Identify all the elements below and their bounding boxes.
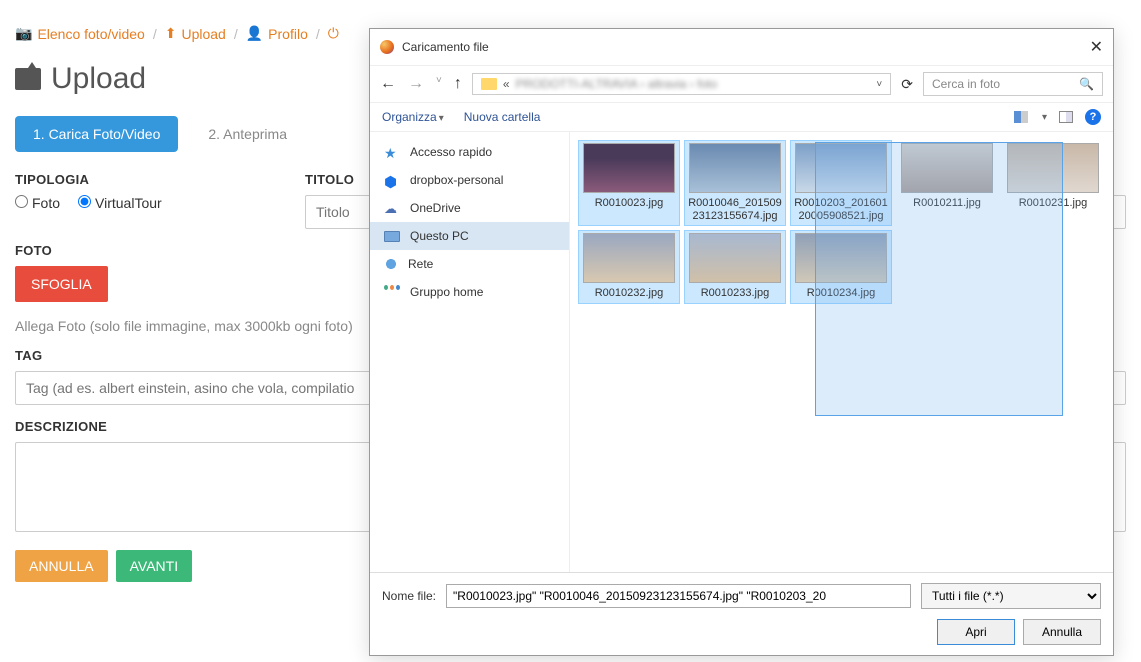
file-thumbnail bbox=[795, 143, 887, 193]
file-thumbnail bbox=[1007, 143, 1099, 193]
new-folder-button[interactable]: Nuova cartella bbox=[464, 110, 541, 124]
folder-icon bbox=[481, 78, 497, 90]
file-name: R0010211.jpg bbox=[913, 197, 981, 210]
next-button[interactable]: AVANTI bbox=[116, 550, 193, 582]
nav-back-icon[interactable]: ← bbox=[380, 75, 396, 93]
file-pane[interactable]: R0010023.jpg R0010046_20150923123155674.j… bbox=[570, 132, 1113, 572]
sidebar-item-dropbox[interactable]: ⬢dropbox-personal bbox=[370, 166, 569, 194]
file-thumbnail bbox=[689, 143, 781, 193]
dropbox-icon: ⬢ bbox=[384, 173, 400, 187]
file-item[interactable]: R0010233.jpg bbox=[684, 230, 786, 303]
upload-large-icon bbox=[15, 68, 41, 90]
help-icon[interactable]: ? bbox=[1085, 109, 1101, 125]
star-icon: ★ bbox=[384, 145, 400, 159]
file-name: R0010046_20150923123155674.jpg bbox=[687, 197, 783, 223]
refresh-icon[interactable]: ⟳ bbox=[901, 76, 913, 93]
step-1[interactable]: 1. Carica Foto/Video bbox=[15, 116, 178, 152]
file-name: R0010231.jpg bbox=[1019, 197, 1088, 210]
filename-label: Nome file: bbox=[382, 589, 436, 603]
file-name: R0010023.jpg bbox=[595, 197, 664, 210]
open-button[interactable]: Apri bbox=[937, 619, 1015, 645]
view-mode-icon[interactable] bbox=[1014, 111, 1028, 123]
file-name: R0010232.jpg bbox=[595, 287, 664, 300]
path-bar[interactable]: « PRODOTTI-ALTRAVIA › altravia › foto ˅ bbox=[472, 73, 891, 95]
dialog-sidebar: ★Accesso rapido ⬢dropbox-personal ☁OneDr… bbox=[370, 132, 570, 572]
cloud-icon: ☁ bbox=[384, 201, 400, 215]
breadcrumb-item-upload[interactable]: ⬆Upload bbox=[165, 25, 226, 42]
nav-forward-icon: → bbox=[408, 75, 424, 93]
file-item[interactable]: R0010203_20160120005908521.jpg bbox=[790, 140, 892, 226]
network-icon bbox=[384, 257, 398, 271]
sidebar-item-network[interactable]: Rete bbox=[370, 250, 569, 278]
radio-foto[interactable]: Foto bbox=[15, 195, 60, 211]
file-thumbnail bbox=[795, 233, 887, 283]
file-item[interactable]: R0010231.jpg bbox=[1002, 140, 1104, 226]
file-item[interactable]: R0010211.jpg bbox=[896, 140, 998, 226]
camera-icon: 📷 bbox=[15, 25, 32, 42]
nav-history-icon[interactable]: ˅ bbox=[436, 75, 442, 93]
sidebar-item-homegroup[interactable]: Gruppo home bbox=[370, 278, 569, 306]
search-icon: 🔍 bbox=[1079, 77, 1094, 91]
search-input[interactable]: Cerca in foto 🔍 bbox=[923, 72, 1103, 96]
file-name: R0010203_20160120005908521.jpg bbox=[793, 197, 889, 223]
pc-icon bbox=[384, 231, 400, 242]
file-thumbnail bbox=[583, 143, 675, 193]
filetype-select[interactable]: Tutti i file (*.*) bbox=[921, 583, 1101, 609]
filename-input[interactable] bbox=[446, 584, 911, 608]
breadcrumb-item-list[interactable]: 📷Elenco foto/video bbox=[15, 25, 145, 42]
close-icon[interactable]: ✕ bbox=[1090, 37, 1103, 57]
file-name: R0010234.jpg bbox=[807, 287, 876, 300]
nav-up-icon[interactable]: ↑ bbox=[454, 75, 462, 93]
sidebar-item-onedrive[interactable]: ☁OneDrive bbox=[370, 194, 569, 222]
sidebar-item-quick-access[interactable]: ★Accesso rapido bbox=[370, 138, 569, 166]
upload-icon: ⬆ bbox=[165, 25, 177, 42]
user-icon: 👤 bbox=[246, 25, 263, 42]
firefox-icon bbox=[380, 40, 394, 54]
browse-button[interactable]: SFOGLIA bbox=[15, 266, 108, 302]
file-thumbnail bbox=[901, 143, 993, 193]
organize-dropdown[interactable]: Organizza▾ bbox=[382, 110, 444, 124]
dialog-title: Caricamento file bbox=[402, 40, 489, 54]
file-thumbnail bbox=[689, 233, 781, 283]
file-name: R0010233.jpg bbox=[701, 287, 770, 300]
tipologia-label: TIPOLOGIA bbox=[15, 172, 275, 187]
step-2[interactable]: 2. Anteprima bbox=[190, 116, 305, 152]
file-item[interactable]: R0010234.jpg bbox=[790, 230, 892, 303]
file-item[interactable]: R0010232.jpg bbox=[578, 230, 680, 303]
power-icon: ⏻ bbox=[328, 25, 339, 42]
preview-pane-icon[interactable] bbox=[1059, 111, 1073, 123]
file-thumbnail bbox=[583, 233, 675, 283]
file-item[interactable]: R0010023.jpg bbox=[578, 140, 680, 226]
breadcrumb-item-power[interactable]: ⏻ bbox=[328, 25, 339, 42]
breadcrumb-item-profile[interactable]: 👤Profilo bbox=[246, 25, 308, 42]
cancel-button[interactable]: ANNULLA bbox=[15, 550, 108, 582]
dialog-cancel-button[interactable]: Annulla bbox=[1023, 619, 1101, 645]
file-dialog: Caricamento file ✕ ← → ˅ ↑ « PRODOTTI-AL… bbox=[369, 28, 1114, 656]
radio-virtualtour[interactable]: VirtualTour bbox=[78, 195, 162, 211]
file-item[interactable]: R0010046_20150923123155674.jpg bbox=[684, 140, 786, 226]
homegroup-icon bbox=[384, 285, 400, 299]
sidebar-item-this-pc[interactable]: Questo PC bbox=[370, 222, 569, 250]
